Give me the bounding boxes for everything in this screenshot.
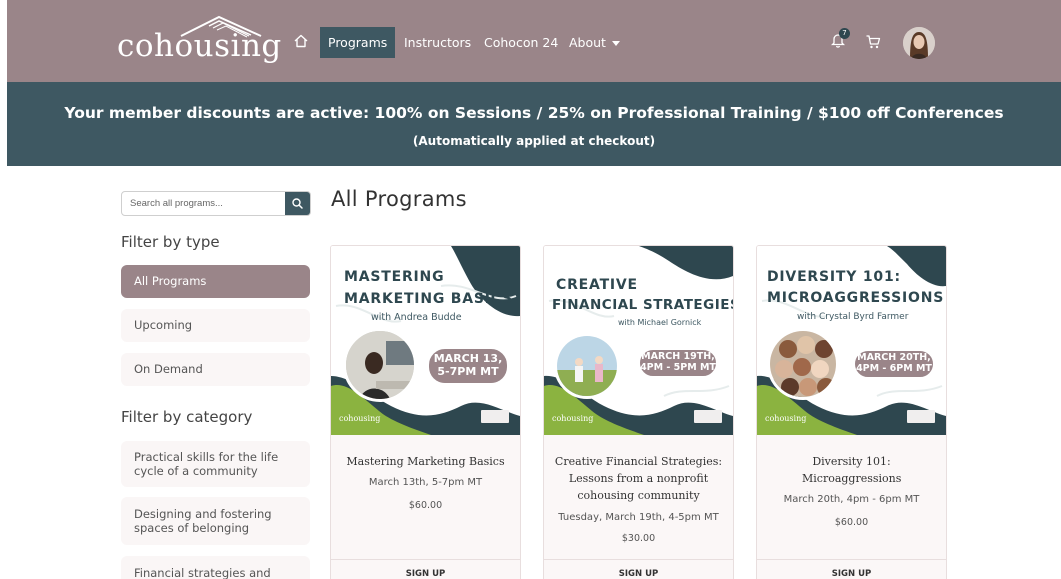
- search-input[interactable]: [122, 192, 286, 215]
- card-image-title-line1: DIVERSITY 101:: [767, 269, 901, 285]
- page-title: All Programs: [331, 187, 467, 211]
- banner-sub-text: (Automatically applied at checkout): [412, 134, 656, 148]
- category-practical-skills[interactable]: Practical skills for the life cycle of a…: [121, 441, 310, 487]
- card-image-date-badge: MARCH 19TH, 4PM - 5PM MT: [638, 348, 718, 378]
- program-card-body: Mastering Marketing Basics March 13th, 5…: [331, 435, 520, 511]
- program-card[interactable]: MASTERING MARKETING BASICS with Andrea B…: [330, 245, 521, 579]
- card-image-logo: cohousing: [552, 414, 594, 423]
- nav-cohocon-24[interactable]: Cohocon 24: [484, 27, 558, 58]
- category-financial-strategies[interactable]: Financial strategies and: [121, 556, 310, 579]
- card-image-instructor: with Andrea Budde: [371, 312, 462, 323]
- program-card-body: Creative Financial Strategies: Lessons f…: [544, 435, 733, 544]
- program-title[interactable]: Diversity 101: Microaggressions: [757, 453, 946, 487]
- search-box: [121, 191, 311, 216]
- card-image-date-badge: MARCH 20TH, 4PM - 6PM MT: [853, 349, 935, 379]
- program-card-image: DIVERSITY 101: MICROAGGRESSIONS with Cry…: [757, 246, 946, 435]
- instructor-photo: [343, 328, 417, 402]
- logo-text: cohousing: [117, 28, 282, 64]
- card-image-instructor: with Crystal Byrd Farmer: [797, 312, 909, 322]
- partner-logo: [481, 410, 509, 423]
- program-date: March 20th, 4pm - 6pm MT: [783, 494, 920, 506]
- program-title[interactable]: Creative Financial Strategies: Lessons f…: [544, 453, 733, 504]
- nav-about-label: About: [569, 35, 606, 50]
- program-card-image: MASTERING MARKETING BASICS with Andrea B…: [331, 246, 520, 435]
- nav-programs[interactable]: Programs: [320, 27, 396, 58]
- instructor-photo: [554, 333, 620, 399]
- program-price: $60.00: [408, 500, 443, 512]
- card-image-logo: cohousing: [765, 414, 807, 423]
- nav-about[interactable]: About: [569, 27, 620, 58]
- card-image-date-badge: MARCH 13, 5-7PM MT: [427, 347, 509, 385]
- program-card[interactable]: CREATIVE FINANCIAL STRATEGIES with Micha…: [543, 245, 734, 579]
- member-discount-banner: Your member discounts are active: 100% o…: [7, 82, 1061, 166]
- card-image-date-line2: 5-7PM MT: [437, 365, 499, 378]
- program-price: $60.00: [834, 517, 869, 529]
- nav-instructors[interactable]: Instructors: [404, 27, 471, 58]
- card-image-title-line1: CREATIVE: [556, 277, 638, 293]
- filter-on-demand[interactable]: On Demand: [121, 353, 310, 386]
- program-card-body: Diversity 101: Microaggressions March 20…: [757, 435, 946, 528]
- top-nav-bar: cohousing Programs Instructors Cohocon 2…: [7, 0, 1061, 82]
- cart-icon[interactable]: [865, 34, 881, 50]
- program-price: $30.00: [621, 533, 656, 545]
- program-card-image: CREATIVE FINANCIAL STRATEGIES with Micha…: [544, 246, 733, 435]
- card-image-instructor: with Michael Gornick: [618, 318, 702, 327]
- page: cohousing Programs Instructors Cohocon 2…: [7, 0, 1061, 579]
- card-image-title-line2: FINANCIAL STRATEGIES: [552, 297, 733, 313]
- program-card[interactable]: DIVERSITY 101: MICROAGGRESSIONS with Cry…: [756, 245, 947, 579]
- card-image-date-line2: 4PM - 6PM MT: [856, 363, 932, 374]
- program-date: Tuesday, March 19th, 4-5pm MT: [558, 512, 719, 524]
- sign-up-button[interactable]: SIGN UP: [757, 559, 946, 579]
- search-icon: [292, 198, 303, 209]
- program-date: March 13th, 5-7pm MT: [368, 477, 483, 489]
- card-image-logo: cohousing: [339, 414, 381, 423]
- home-icon[interactable]: [293, 33, 309, 49]
- banner-main-text: Your member discounts are active: 100% o…: [64, 104, 1004, 122]
- program-title[interactable]: Mastering Marketing Basics: [331, 453, 520, 470]
- search-button[interactable]: [285, 192, 310, 215]
- caret-down-icon: [611, 41, 620, 46]
- partner-logo: [907, 410, 935, 423]
- card-image-date-line2: 4PM - 5PM MT: [640, 362, 716, 373]
- sign-up-button[interactable]: SIGN UP: [331, 559, 520, 579]
- filter-all-programs[interactable]: All Programs: [121, 265, 310, 298]
- card-image-title-line2: MARKETING BASICS: [344, 291, 514, 307]
- sign-up-button[interactable]: SIGN UP: [544, 559, 733, 579]
- cohousing-logo[interactable]: cohousing: [117, 14, 281, 68]
- card-image-title-line2: MICROAGGRESSIONS: [767, 290, 945, 306]
- partner-logo: [694, 410, 722, 423]
- avatar-image: [903, 27, 935, 59]
- filter-upcoming[interactable]: Upcoming: [121, 309, 310, 342]
- notification-badge: 7: [839, 28, 850, 39]
- filter-by-type-heading: Filter by type: [121, 233, 220, 251]
- category-designing-spaces[interactable]: Designing and fostering spaces of belong…: [121, 497, 310, 545]
- card-image-title-line1: MASTERING: [344, 269, 445, 285]
- instructor-photo: [767, 328, 839, 400]
- filter-by-category-heading: Filter by category: [121, 408, 253, 426]
- user-avatar[interactable]: [903, 27, 935, 59]
